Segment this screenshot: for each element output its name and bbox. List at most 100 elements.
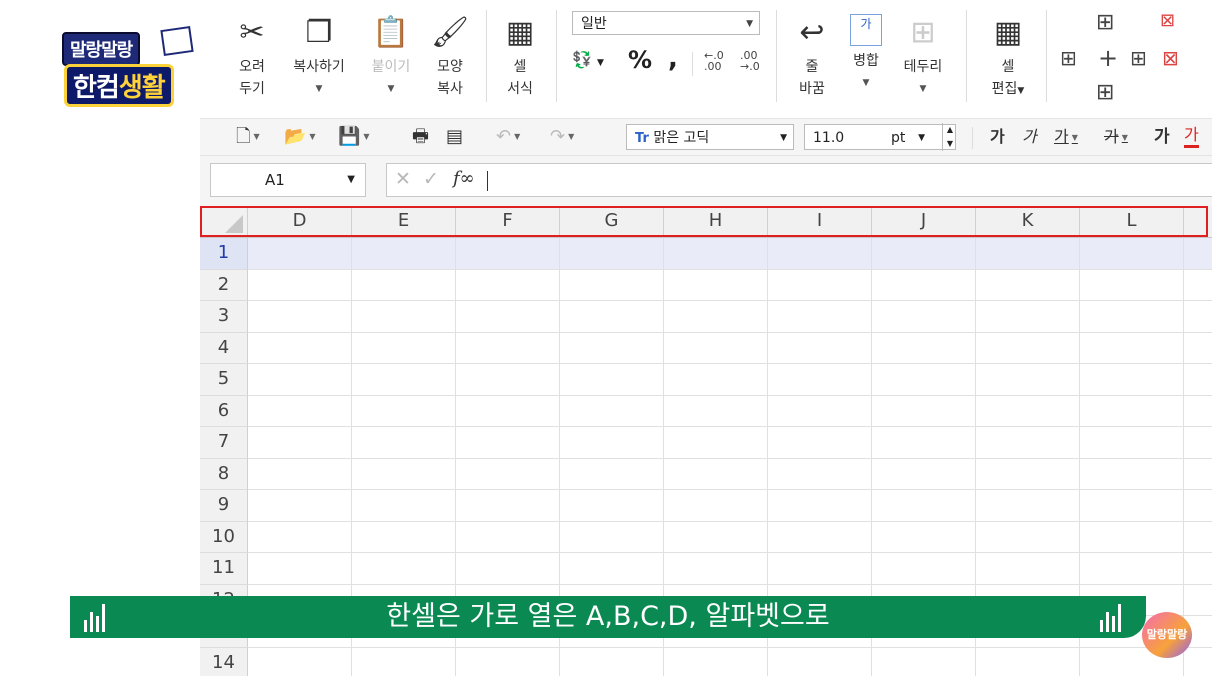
grid-cell[interactable] (976, 332, 1080, 364)
insert-row-below-icon[interactable]: ⊞ (1096, 80, 1114, 105)
grid-cell[interactable] (872, 521, 976, 553)
print-preview-button[interactable]: ▤ (446, 125, 463, 149)
grid-cell[interactable] (248, 521, 352, 553)
column-header[interactable]: G (560, 206, 664, 238)
row-header[interactable]: 3 (200, 301, 248, 333)
grid-cell[interactable] (248, 238, 352, 270)
strikethrough-button[interactable]: 가 ▼ (1104, 125, 1128, 150)
grid-cell[interactable] (664, 238, 768, 270)
grid-cell[interactable] (1184, 396, 1212, 427)
grid-cell[interactable] (872, 395, 976, 427)
grid-cell[interactable] (352, 238, 456, 270)
grid-cell[interactable] (560, 490, 664, 522)
grid-cell[interactable] (352, 395, 456, 427)
grid-cell[interactable] (456, 395, 560, 427)
grid-cell[interactable] (768, 458, 872, 490)
row-header[interactable]: 11 (200, 553, 248, 585)
border-button[interactable]: ⊞ 테두리 ▼ (898, 14, 948, 100)
grid-cell[interactable] (352, 364, 456, 396)
bold-alt-button[interactable]: 가 (1154, 125, 1170, 149)
grid-cell[interactable] (1080, 458, 1184, 490)
column-header[interactable]: J (872, 206, 976, 238)
grid-cell[interactable] (352, 427, 456, 459)
grid-cell[interactable] (664, 269, 768, 301)
grid-cell[interactable] (976, 269, 1080, 301)
column-header[interactable]: D (248, 206, 352, 238)
cut-button[interactable]: ✂ 오려 두기 (230, 14, 274, 100)
grid-cell[interactable] (560, 458, 664, 490)
grid-cell[interactable] (248, 332, 352, 364)
grid-cell[interactable] (352, 458, 456, 490)
grid-cell[interactable] (664, 647, 768, 676)
grid-cell[interactable] (976, 301, 1080, 333)
grid-cell[interactable] (872, 332, 976, 364)
column-header[interactable]: I (768, 206, 872, 238)
grid-cell[interactable] (872, 553, 976, 585)
grid-cell[interactable] (1184, 585, 1212, 616)
column-header[interactable]: H (664, 206, 768, 238)
number-format-select[interactable]: 일반 ▼ (572, 11, 760, 35)
grid-cell[interactable] (976, 238, 1080, 270)
grid-cell[interactable] (768, 269, 872, 301)
grid-cell[interactable] (248, 647, 352, 676)
grid-cell[interactable] (560, 238, 664, 270)
grid-cell[interactable] (1080, 521, 1184, 553)
row-header[interactable]: 8 (200, 458, 248, 490)
grid-cell[interactable] (1184, 238, 1212, 270)
bold-button[interactable]: 가 (990, 125, 1005, 149)
grid-cell[interactable] (560, 553, 664, 585)
grid-cell[interactable] (976, 427, 1080, 459)
grid-cell[interactable] (1080, 332, 1184, 364)
comma-button[interactable]: , (668, 44, 678, 74)
grid-cell[interactable] (872, 458, 976, 490)
delete-cells-icon[interactable]: ⊠ (1160, 10, 1175, 31)
size-spinner-icon[interactable]: ▲ ▼ (941, 123, 953, 151)
grid-cell[interactable] (1080, 395, 1184, 427)
grid-cell[interactable] (1184, 553, 1212, 585)
function-icon[interactable]: f∞ (453, 168, 475, 189)
grid-cell[interactable] (1184, 333, 1212, 364)
grid-cell[interactable] (1080, 269, 1184, 301)
grid-cell[interactable] (456, 458, 560, 490)
grid-cell[interactable] (976, 395, 1080, 427)
insert-row-above-icon[interactable]: ⊞ (1096, 10, 1114, 35)
cell-edit-button[interactable]: ▦ 셀 편집▼ (984, 14, 1032, 102)
grid-cell[interactable] (248, 427, 352, 459)
grid-cell[interactable] (1080, 427, 1184, 459)
grid-cell[interactable] (352, 269, 456, 301)
font-color-button[interactable]: 가 (1184, 125, 1199, 148)
font-size-select[interactable]: 11.0 pt ▼ ▲ ▼ (804, 123, 956, 151)
grid-cell[interactable] (560, 269, 664, 301)
grid-cell[interactable] (456, 553, 560, 585)
paste-button[interactable]: 📋 붙이기 ▼ (366, 14, 416, 100)
grid-cell[interactable] (1080, 301, 1184, 333)
increase-decimal-button[interactable]: ←.0 .00 (704, 50, 724, 72)
grid-cell[interactable] (560, 301, 664, 333)
grid-cell[interactable] (456, 490, 560, 522)
grid-cell[interactable] (768, 521, 872, 553)
grid-cell[interactable] (1184, 270, 1212, 301)
decrease-decimal-button[interactable]: .00 →.0 (740, 50, 760, 72)
grid-cell[interactable] (1184, 459, 1212, 490)
grid-cell[interactable] (664, 395, 768, 427)
grid-cell[interactable] (872, 364, 976, 396)
grid-cell[interactable] (768, 647, 872, 676)
grid-cell[interactable] (1080, 364, 1184, 396)
insert-column-left-icon[interactable]: ⊞ (1060, 46, 1077, 70)
grid-cell[interactable] (248, 458, 352, 490)
grid-cell[interactable] (976, 364, 1080, 396)
grid-cell[interactable] (1080, 238, 1184, 270)
grid-cell[interactable] (664, 364, 768, 396)
grid-cell[interactable] (976, 458, 1080, 490)
grid-cell[interactable] (664, 301, 768, 333)
grid-cell[interactable] (456, 332, 560, 364)
grid-cell[interactable] (456, 301, 560, 333)
formula-input[interactable]: ✕ ✓ f∞ (386, 163, 1212, 197)
grid-cell[interactable] (560, 521, 664, 553)
row-header[interactable]: 4 (200, 332, 248, 364)
grid-cell[interactable] (560, 647, 664, 676)
column-header[interactable]: L (1080, 206, 1184, 238)
name-box[interactable]: A1 ▼ (210, 163, 366, 197)
format-painter-button[interactable]: 🖌 모양 복사 (426, 14, 474, 100)
insert-column-right-icon[interactable]: ⊞ (1130, 46, 1147, 70)
